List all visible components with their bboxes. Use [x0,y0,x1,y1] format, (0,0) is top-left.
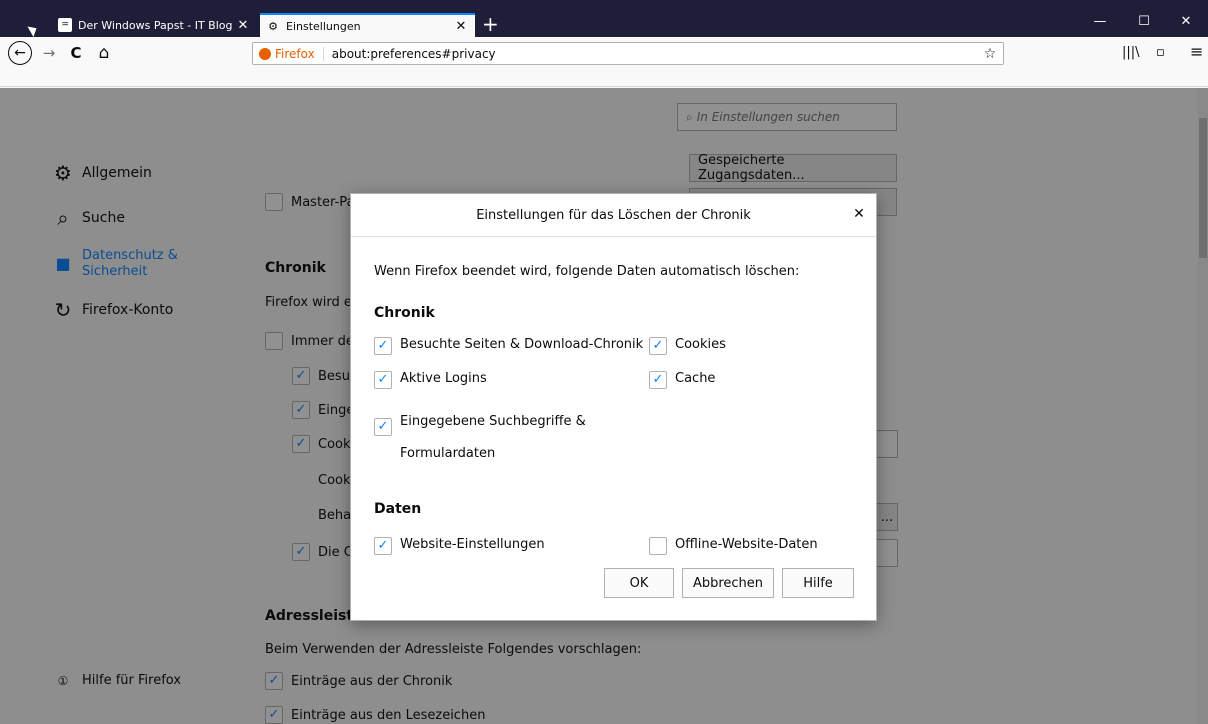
url-bar[interactable]: Firefox about:preferences#privacy ☆ [252,42,1004,65]
offline-data-label: Offline-Website-Daten [675,537,818,552]
offline-data-checkbox[interactable] [649,537,667,555]
form-data-checkbox[interactable]: ✓ [374,418,392,436]
tab-close-icon[interactable]: ✕ [453,19,469,34]
dialog-daten-heading: Daten [374,501,422,517]
window-close-button[interactable]: ✕ [1164,14,1208,29]
visited-pages-label: Besuchte Seiten & Download-Chronik [400,337,644,352]
close-icon[interactable]: ✕ [850,206,868,222]
tab-title: Der Windows Papst - IT Blog Es [78,18,235,32]
firefox-icon [259,47,271,60]
dialog-chronik-heading: Chronik [374,305,435,321]
url-text[interactable]: about:preferences#privacy [332,47,977,61]
offline-data-row[interactable]: Offline-Website-Daten [649,537,818,555]
site-settings-row[interactable]: ✓ Website-Einstellungen [374,537,545,555]
sidebar-icon[interactable]: ▫ [1156,45,1165,60]
form-data-label-line2: Formulardaten [400,446,496,461]
cache-checkbox[interactable]: ✓ [649,371,667,389]
identity-label[interactable]: Firefox [275,46,324,61]
reload-button[interactable]: C [64,41,88,65]
cookies-row[interactable]: ✓ Cookies [649,337,726,355]
visited-pages-row[interactable]: ✓ Besuchte Seiten & Download-Chronik [374,337,643,355]
cookies-label: Cookies [675,337,726,352]
gear-icon: ⚙ [268,19,278,33]
forward-button[interactable]: → [38,41,60,65]
form-data-label: Eingegebene Suchbegriffe & Formulardaten [400,406,586,470]
mouse-cursor-icon [27,23,40,37]
back-button[interactable]: ← [8,41,32,65]
cancel-button[interactable]: Abbrechen [682,568,774,598]
bookmark-star-icon[interactable]: ☆ [977,46,1003,62]
maximize-button[interactable]: ☐ [1122,14,1166,29]
tab-einstellungen[interactable]: ⚙ Einstellungen ✕ [260,13,475,37]
minimize-button[interactable]: — [1078,14,1122,29]
home-button[interactable]: ⌂ [92,41,116,65]
dialog-header: Einstellungen für das Löschen der Chroni… [351,194,876,237]
site-settings-checkbox[interactable]: ✓ [374,537,392,555]
tab-bar: ♒ Der Windows Papst - IT Blog Es ✕ ⚙ Ein… [0,0,1208,37]
site-settings-label: Website-Einstellungen [400,537,545,552]
new-tab-button[interactable]: + [482,14,499,34]
help-button[interactable]: Hilfe [782,568,854,598]
clear-history-settings-dialog: Einstellungen für das Löschen der Chroni… [350,193,877,621]
tab-title: Einstellungen [286,19,361,33]
form-data-label-line1: Eingegebene Suchbegriffe & [400,414,586,429]
active-logins-label: Aktive Logins [400,371,487,386]
active-logins-checkbox[interactable]: ✓ [374,371,392,389]
tab-close-icon[interactable]: ✕ [235,18,251,33]
active-logins-row[interactable]: ✓ Aktive Logins [374,371,487,389]
visited-pages-checkbox[interactable]: ✓ [374,337,392,355]
ok-button[interactable]: OK [604,568,674,598]
site-favicon-icon: ♒ [58,18,72,32]
library-icon[interactable]: |||\ [1122,45,1140,60]
navigation-toolbar: ← → C ⌂ Firefox about:preferences#privac… [0,37,1208,87]
cookies-checkbox[interactable]: ✓ [649,337,667,355]
tab-windows-papst[interactable]: ♒ Der Windows Papst - IT Blog Es ✕ [52,13,257,37]
cache-row[interactable]: ✓ Cache [649,371,715,389]
cache-label: Cache [675,371,716,386]
dialog-intro: Wenn Firefox beendet wird, folgende Date… [374,264,800,279]
form-data-row[interactable]: ✓ Eingegebene Suchbegriffe & Formulardat… [374,406,586,470]
dialog-title: Einstellungen für das Löschen der Chroni… [476,207,751,223]
menu-icon[interactable]: ≡ [1190,42,1203,61]
